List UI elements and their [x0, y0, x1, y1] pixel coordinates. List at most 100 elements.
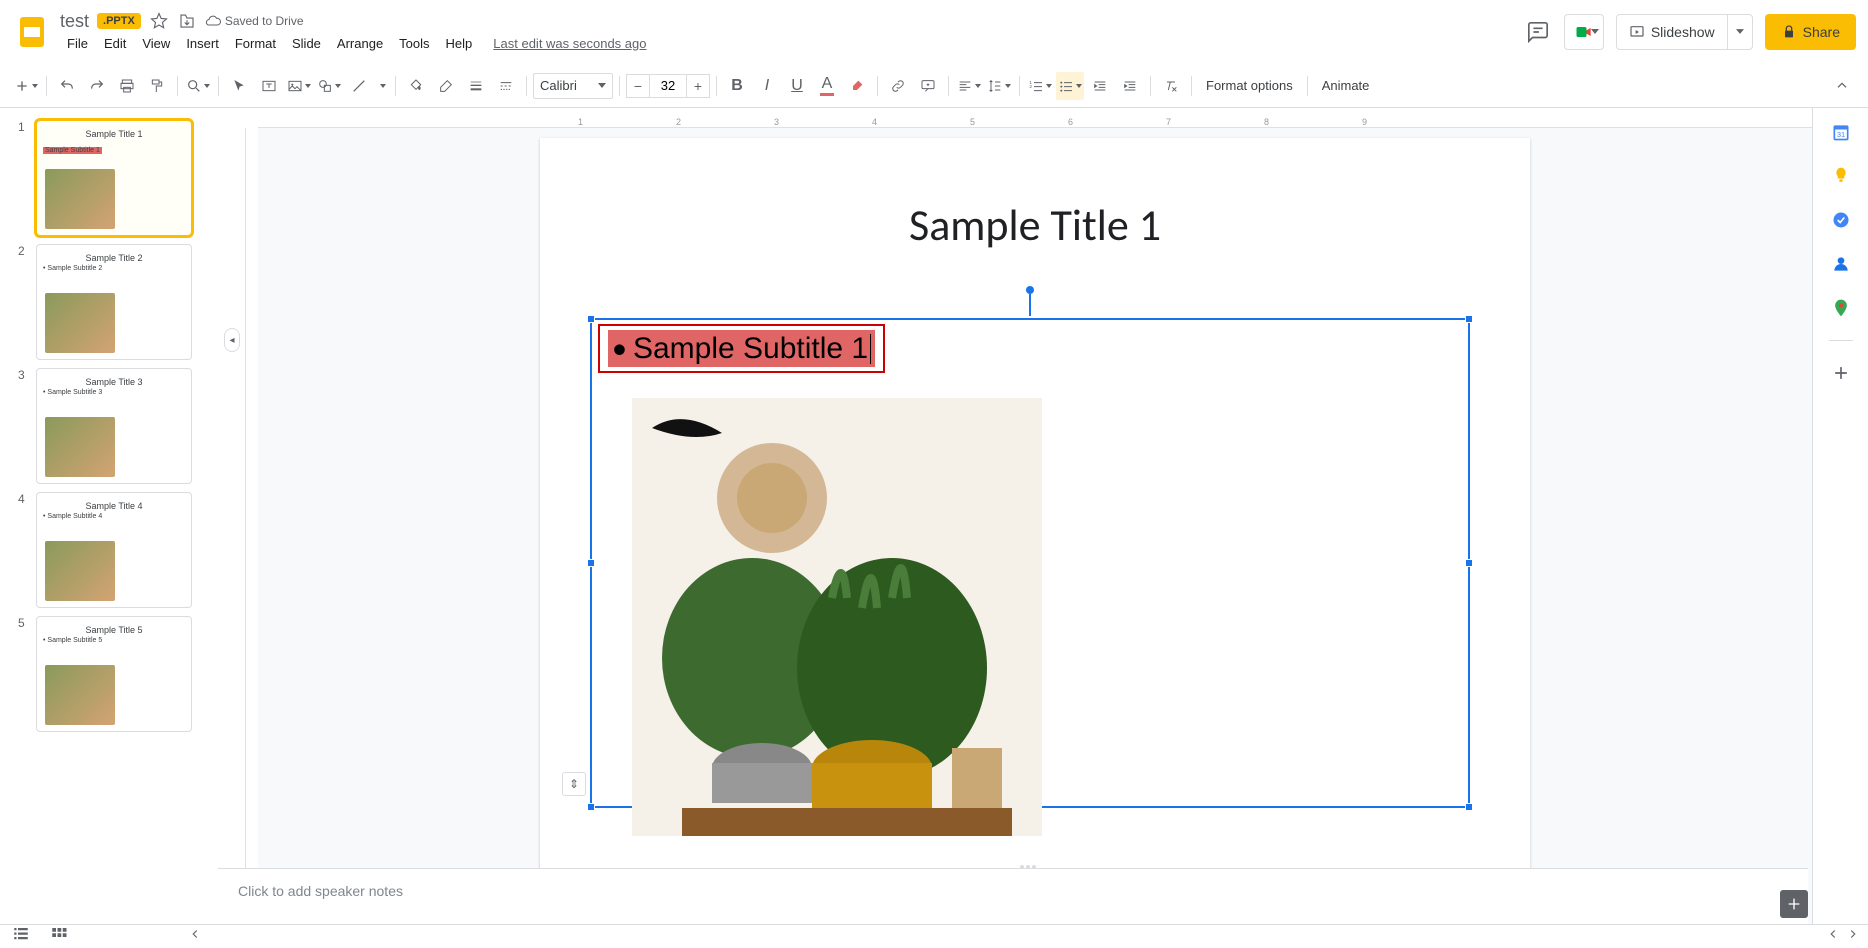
maps-icon[interactable] — [1829, 296, 1853, 320]
subtitle-text[interactable]: Sample Subtitle 1 — [608, 330, 875, 367]
image-tool[interactable] — [285, 72, 313, 100]
redo-button[interactable] — [83, 72, 111, 100]
thumbnail-panel[interactable]: 1 Sample Title 1 Sample Subtitle 1 2 Sam… — [0, 108, 218, 924]
speaker-notes[interactable]: Click to add speaker notes — [218, 868, 1808, 924]
resize-handle-mr[interactable] — [1465, 559, 1473, 567]
shape-tool[interactable] — [315, 72, 343, 100]
contacts-icon[interactable] — [1829, 252, 1853, 276]
thumbnail-slide-2[interactable]: Sample Title 2 • Sample Subtitle 2 — [36, 244, 192, 360]
comment-button[interactable] — [914, 72, 942, 100]
bullet-list-button[interactable] — [1056, 72, 1084, 100]
slides-logo[interactable] — [12, 12, 52, 52]
thumb-title: Sample Title 5 — [37, 625, 191, 635]
resize-handle-tl[interactable] — [587, 315, 595, 323]
ruler-toggle[interactable]: ◂ — [224, 328, 240, 352]
content-textbox[interactable]: Sample Subtitle 1 — [590, 318, 1470, 808]
resize-handle-ml[interactable] — [587, 559, 595, 567]
slide-title[interactable]: Sample Title 1 — [540, 198, 1530, 252]
save-status[interactable]: Saved to Drive — [205, 13, 304, 29]
resize-handle-tr[interactable] — [1465, 315, 1473, 323]
line-dropdown[interactable] — [375, 72, 389, 100]
menu-insert[interactable]: Insert — [179, 34, 226, 53]
border-color-button[interactable] — [432, 72, 460, 100]
move-icon[interactable] — [177, 11, 197, 31]
notes-resize-handle[interactable] — [1013, 865, 1043, 871]
add-addon-icon[interactable] — [1829, 361, 1853, 385]
rotate-handle[interactable] — [1026, 286, 1034, 294]
thumb-number: 1 — [18, 120, 30, 236]
grid-view-icon[interactable] — [50, 925, 68, 948]
menu-arrange[interactable]: Arrange — [330, 34, 390, 53]
comments-icon[interactable] — [1524, 18, 1552, 46]
last-edit-link[interactable]: Last edit was seconds ago — [493, 36, 646, 51]
resize-handle-br[interactable] — [1465, 803, 1473, 811]
fill-color-button[interactable] — [402, 72, 430, 100]
format-options-button[interactable]: Format options — [1198, 78, 1301, 93]
size-increase[interactable]: + — [686, 74, 710, 98]
header-bar: test .PPTX Saved to Drive File Edit View… — [0, 0, 1868, 64]
filmstrip-view-icon[interactable] — [12, 925, 30, 948]
border-weight-button[interactable] — [462, 72, 490, 100]
share-button[interactable]: Share — [1765, 14, 1856, 50]
thumb-subtitle: • Sample Subtitle 5 — [43, 637, 185, 644]
line-tool[interactable] — [345, 72, 373, 100]
animate-button[interactable]: Animate — [1314, 78, 1378, 93]
align-button[interactable] — [955, 72, 983, 100]
doc-title[interactable]: test — [60, 11, 89, 32]
canvas-area[interactable]: Sample Title 1 Sample Subtitle 1 — [258, 128, 1812, 924]
bold-button[interactable]: B — [723, 72, 751, 100]
text-color-button[interactable]: A — [813, 72, 841, 100]
ruler-vertical[interactable]: ◂ — [218, 128, 246, 924]
slide-image[interactable] — [632, 398, 1042, 836]
textbox-tool[interactable] — [255, 72, 283, 100]
menu-edit[interactable]: Edit — [97, 34, 133, 53]
ruler-horizontal[interactable]: 123456789 — [258, 108, 1812, 128]
highlight-button[interactable] — [843, 72, 871, 100]
menu-slide[interactable]: Slide — [285, 34, 328, 53]
select-tool[interactable] — [225, 72, 253, 100]
increase-indent-button[interactable] — [1116, 72, 1144, 100]
underline-button[interactable]: U — [783, 72, 811, 100]
slide-canvas[interactable]: Sample Title 1 Sample Subtitle 1 — [540, 138, 1530, 878]
new-slide-button[interactable] — [12, 72, 40, 100]
link-button[interactable] — [884, 72, 912, 100]
size-input[interactable] — [650, 74, 686, 98]
border-dash-button[interactable] — [492, 72, 520, 100]
font-select[interactable]: Calibri — [533, 73, 613, 99]
thumbnail-slide-1[interactable]: Sample Title 1 Sample Subtitle 1 — [36, 120, 192, 236]
collapse-toolbar-button[interactable] — [1828, 72, 1856, 100]
zoom-button[interactable] — [184, 72, 212, 100]
sidepanel-back-icon[interactable] — [1826, 927, 1840, 946]
undo-button[interactable] — [53, 72, 81, 100]
numbered-list-button[interactable]: 12 — [1026, 72, 1054, 100]
thumbnail-slide-4[interactable]: Sample Title 4 • Sample Subtitle 4 — [36, 492, 192, 608]
menu-bar: File Edit View Insert Format Slide Arran… — [60, 34, 647, 53]
menu-file[interactable]: File — [60, 34, 95, 53]
resize-handle-bl[interactable] — [587, 803, 595, 811]
star-icon[interactable] — [149, 11, 169, 31]
clear-format-button[interactable] — [1157, 72, 1185, 100]
thumbnail-slide-5[interactable]: Sample Title 5 • Sample Subtitle 5 — [36, 616, 192, 732]
sidepanel-hide-icon[interactable] — [1846, 927, 1860, 946]
thumb-image — [45, 541, 115, 601]
decrease-indent-button[interactable] — [1086, 72, 1114, 100]
paint-format-button[interactable] — [143, 72, 171, 100]
print-button[interactable] — [113, 72, 141, 100]
size-decrease[interactable]: − — [626, 74, 650, 98]
explore-button[interactable] — [1780, 890, 1808, 918]
menu-tools[interactable]: Tools — [392, 34, 436, 53]
menu-format[interactable]: Format — [228, 34, 283, 53]
italic-button[interactable]: I — [753, 72, 781, 100]
thumbnail-slide-3[interactable]: Sample Title 3 • Sample Subtitle 3 — [36, 368, 192, 484]
slideshow-dropdown[interactable] — [1728, 29, 1752, 34]
menu-help[interactable]: Help — [439, 34, 480, 53]
menu-view[interactable]: View — [135, 34, 177, 53]
calendar-icon[interactable]: 31 — [1829, 120, 1853, 144]
slideshow-button[interactable]: Slideshow — [1616, 14, 1753, 50]
keep-icon[interactable] — [1829, 164, 1853, 188]
tasks-icon[interactable] — [1829, 208, 1853, 232]
meet-button[interactable] — [1564, 14, 1604, 50]
collapse-thumbs-icon[interactable] — [188, 927, 202, 946]
line-spacing-button[interactable] — [985, 72, 1013, 100]
expand-toggle[interactable]: ⇕ — [562, 772, 586, 796]
